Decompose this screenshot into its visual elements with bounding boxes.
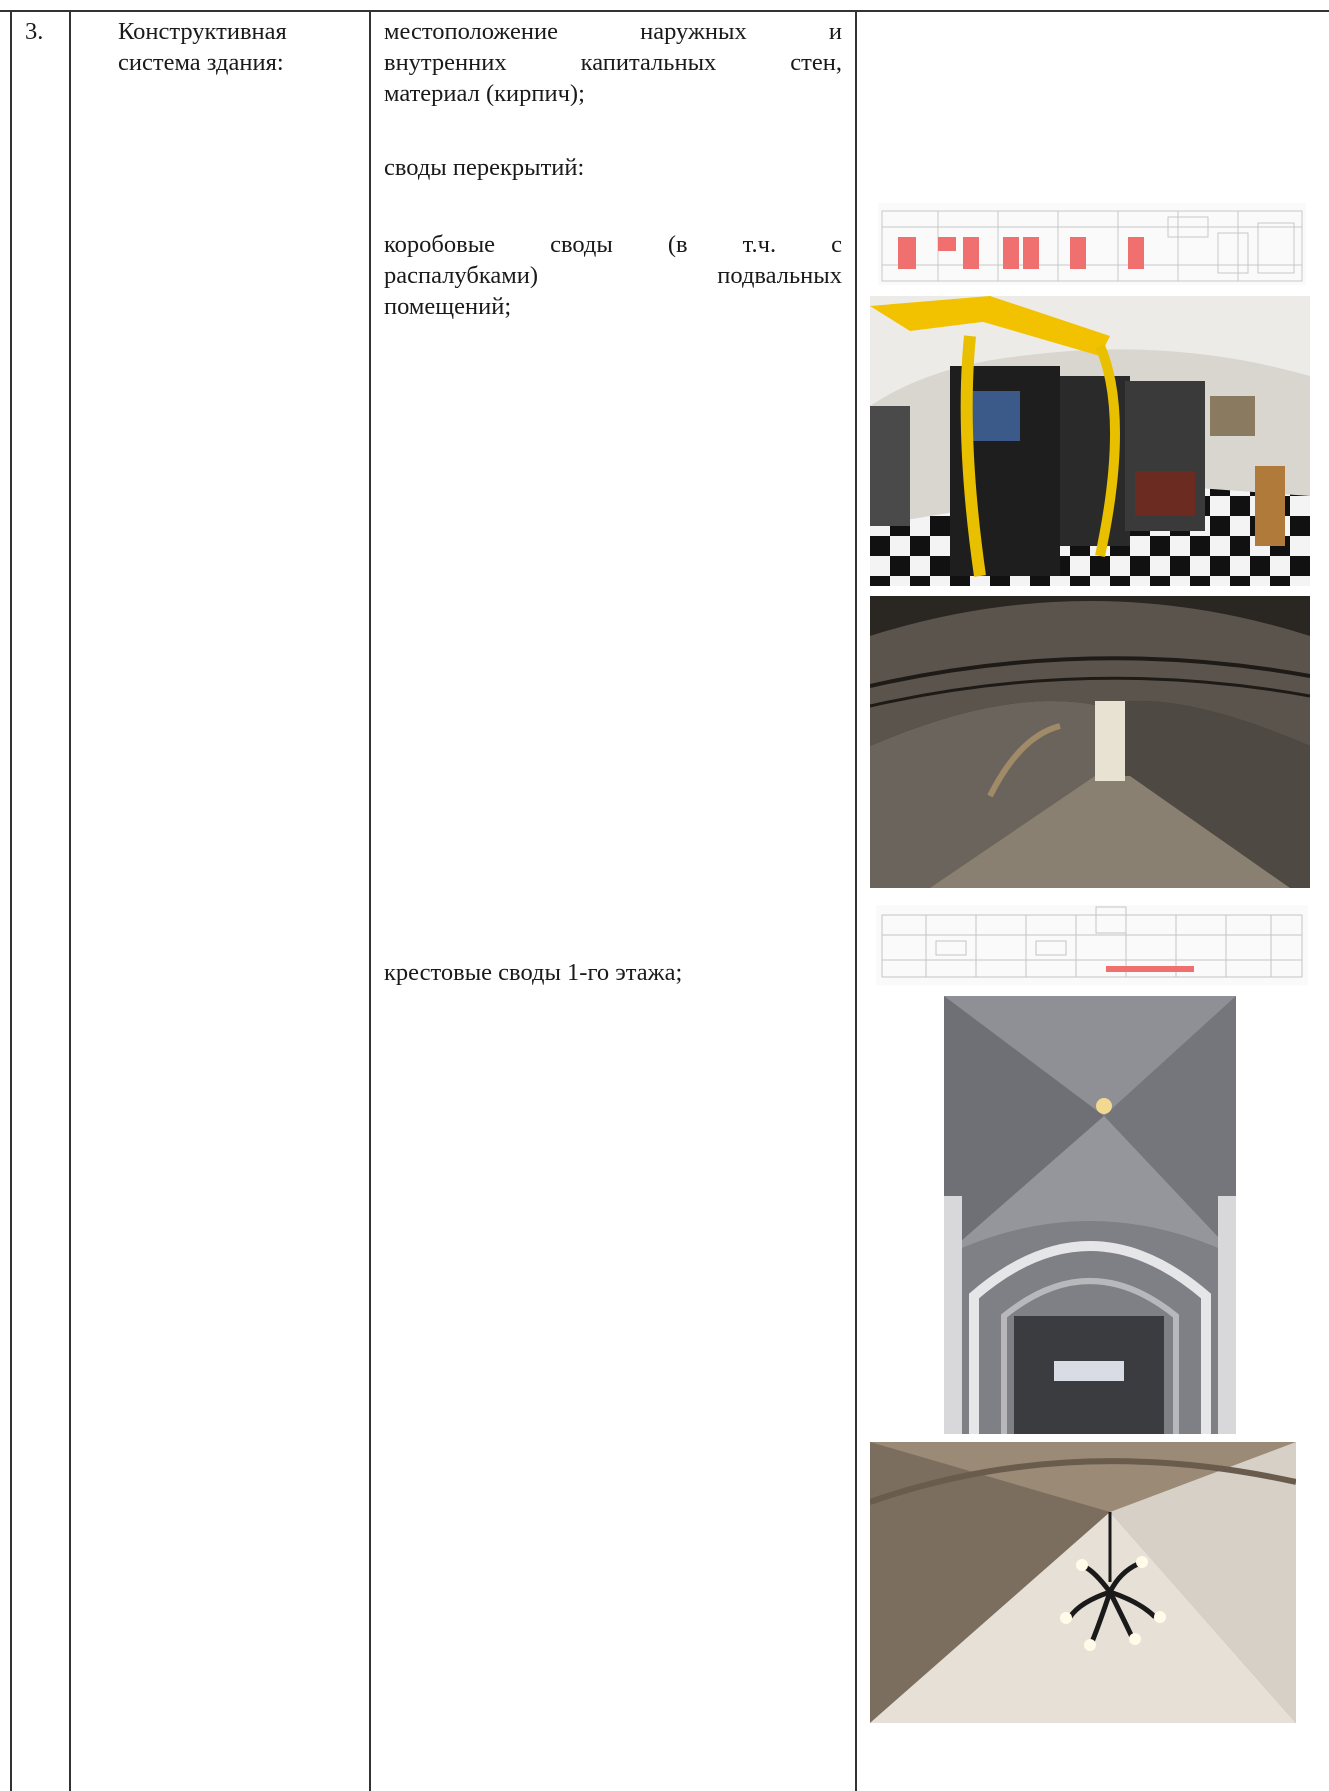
row-label-line2: система здания:: [118, 49, 284, 76]
cross-vault-chandelier-photo: [870, 1442, 1296, 1723]
cross-vaults-text: крестовые своды 1-го этажа;: [384, 959, 683, 986]
col-border-2: [369, 10, 371, 1791]
row-label: Конструктивная система здания:: [118, 16, 358, 78]
table-top-border: [0, 10, 1329, 12]
walls-line3: материал (кирпич);: [384, 80, 585, 107]
first-floor-plan-image: [876, 905, 1308, 985]
col-border-3: [855, 10, 857, 1791]
box-vaults-line2: распалубками) подвальных: [384, 262, 842, 289]
walls-line1: местоположение наружных и: [384, 18, 842, 45]
walls-text: местоположение наружных и внутренних кап…: [384, 16, 842, 109]
box-vaults-text: коробовые своды (в т.ч. с распалубками) …: [384, 229, 842, 322]
box-vaults-line1: коробовые своды (в т.ч. с: [384, 231, 842, 258]
walls-line2: внутренних капитальных стен,: [384, 49, 842, 76]
col-border-1: [69, 10, 71, 1791]
cross-vault-corridor-photo: [944, 996, 1236, 1434]
box-vaults-line3: помещений;: [384, 293, 512, 320]
row-number: 3.: [25, 18, 44, 45]
basement-corridor-photo: [870, 596, 1310, 888]
basement-exhibition-photo: [870, 296, 1310, 586]
row-label-line1: Конструктивная: [118, 18, 287, 45]
vaults-heading: своды перекрытий:: [384, 154, 585, 181]
col-border-left: [10, 10, 12, 1791]
basement-plan-image: [878, 203, 1306, 285]
